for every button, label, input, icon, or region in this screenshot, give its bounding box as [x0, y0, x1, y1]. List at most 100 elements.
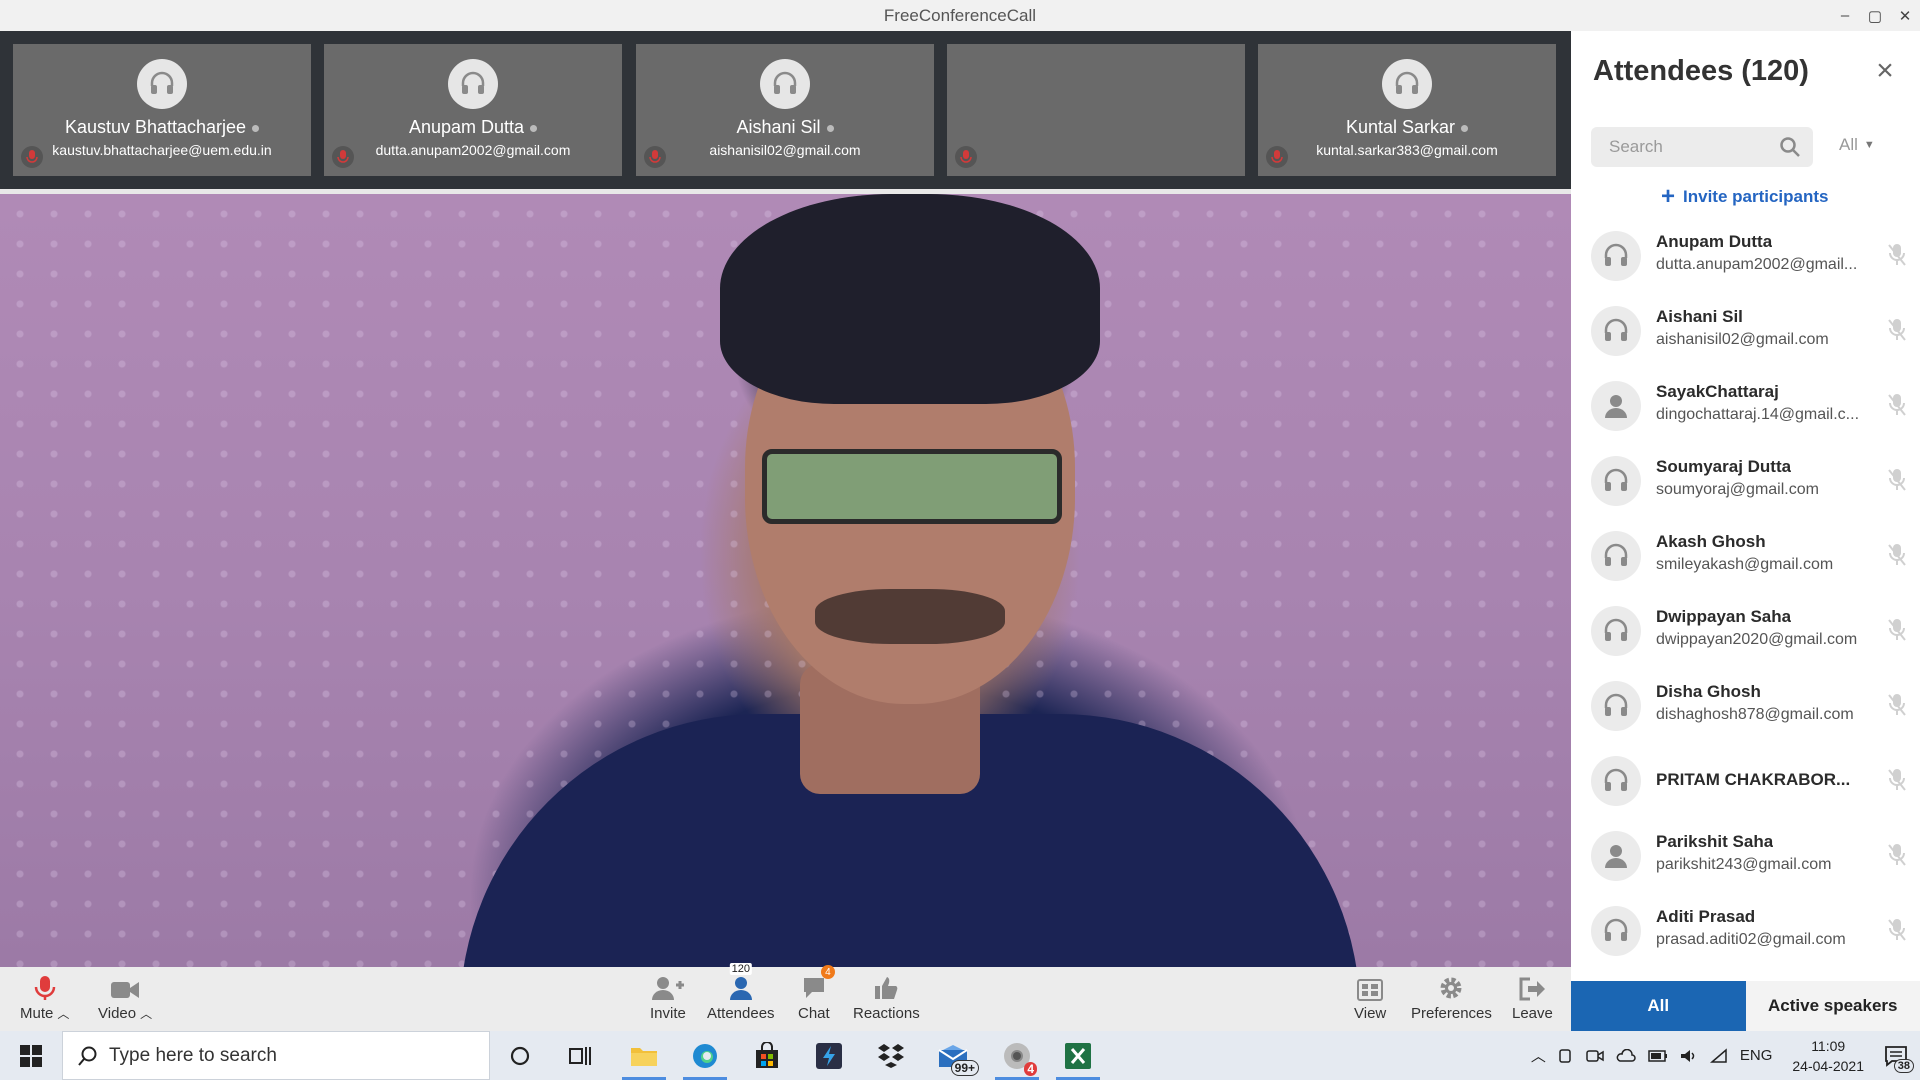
close-window-button[interactable]: ✕	[1890, 0, 1920, 31]
participant-tile-strip: Kaustuv Bhattacharjee kaustuv.bhattachar…	[0, 31, 1571, 189]
wifi-icon[interactable]	[1709, 1047, 1728, 1064]
chevron-up-icon[interactable]: ︿	[1531, 1045, 1546, 1066]
headset-icon	[137, 59, 187, 109]
onedrive-icon[interactable]	[1616, 1048, 1636, 1063]
participant-tile[interactable]: Kuntal Sarkar kuntal.sarkar383@gmail.com	[1258, 44, 1556, 176]
leave-button[interactable]: Leave	[1512, 971, 1553, 1027]
search-icon[interactable]	[1779, 136, 1801, 158]
person-icon	[1591, 381, 1641, 431]
edge-browser-icon[interactable]	[677, 1031, 733, 1080]
window-controls: – ▢ ✕	[1830, 0, 1920, 31]
taskbar-search[interactable]	[62, 1031, 490, 1080]
close-icon[interactable]: ×	[1872, 54, 1898, 87]
app-shortcut-icon[interactable]	[801, 1031, 857, 1080]
attendee-row[interactable]: Aishani Sil aishanisil02@gmail.com	[1571, 293, 1920, 368]
excel-icon[interactable]	[1050, 1031, 1106, 1080]
headset-icon	[1591, 906, 1641, 956]
attendee-search	[1591, 127, 1813, 167]
chevron-up-icon[interactable]: ︿	[57, 1007, 69, 1021]
attendee-row[interactable]: Anupam Dutta dutta.anupam2002@gmail...	[1571, 218, 1920, 293]
attendees-button[interactable]: 120 Attendees	[707, 963, 775, 1027]
participant-tile[interactable]: Aishani Sil aishanisil02@gmail.com	[636, 44, 934, 176]
muted-mic-icon[interactable]	[1888, 618, 1906, 647]
taskbar-search-input[interactable]	[109, 1044, 439, 1067]
video-button[interactable]: Video ︿	[98, 971, 152, 1027]
dropbox-icon[interactable]	[863, 1031, 919, 1080]
attendee-row[interactable]: Disha Ghosh dishaghosh878@gmail.com	[1571, 668, 1920, 743]
thumbs-up-icon	[873, 971, 899, 1001]
attendee-email: dutta.anupam2002@gmail...	[1656, 256, 1858, 273]
tab-all[interactable]: All	[1571, 981, 1746, 1031]
attendee-name: Aishani Sil	[1656, 307, 1743, 326]
invite-participants-link[interactable]: + Invite participants	[1661, 183, 1829, 211]
mute-button[interactable]: Mute ︿	[20, 971, 69, 1027]
attendee-row[interactable]: Akash Ghosh smileyakash@gmail.com	[1571, 518, 1920, 593]
participant-name: Kuntal Sarkar	[1258, 117, 1556, 138]
battery-icon[interactable]	[1648, 1049, 1668, 1062]
muted-mic-icon[interactable]	[1888, 693, 1906, 722]
participant-email: kuntal.sarkar383@gmail.com	[1316, 142, 1498, 158]
search-input[interactable]	[1591, 127, 1771, 167]
attendee-row[interactable]: PRITAM CHAKRABOR...	[1571, 743, 1920, 818]
attendee-row[interactable]: Parikshit Saha parikshit243@gmail.com	[1571, 818, 1920, 893]
muted-mic-icon[interactable]	[1888, 393, 1906, 422]
volume-icon[interactable]	[1680, 1048, 1698, 1064]
chrome-icon[interactable]: 4	[989, 1031, 1045, 1080]
muted-mic-icon[interactable]	[1888, 543, 1906, 572]
chevron-down-icon: ▼	[1863, 139, 1875, 151]
mail-icon[interactable]: 99+	[925, 1031, 981, 1080]
invite-label: Invite	[650, 1005, 686, 1022]
headset-icon	[1591, 231, 1641, 281]
chat-label: Chat	[798, 1005, 830, 1022]
tab-active-speakers[interactable]: Active speakers	[1745, 981, 1920, 1031]
speaker-beard	[815, 589, 1005, 644]
attendee-row[interactable]: SayakChattaraj dingochattaraj.14@gmail.c.…	[1571, 368, 1920, 443]
attendee-email: prasad.aditi02@gmail.com	[1656, 931, 1846, 948]
status-dot	[530, 124, 538, 132]
attendee-row[interactable]: Dwippayan Saha dwippayan2020@gmail.com	[1571, 593, 1920, 668]
attendee-email: dwippayan2020@gmail.com	[1656, 631, 1858, 648]
notification-center-icon[interactable]: 38	[1884, 1045, 1914, 1073]
meet-now-icon[interactable]	[1586, 1048, 1604, 1064]
title-bar: FreeConferenceCall – ▢ ✕	[0, 0, 1920, 31]
muted-mic-icon[interactable]	[1888, 243, 1906, 272]
minimize-button[interactable]: –	[1830, 0, 1860, 31]
participant-email: dutta.anupam2002@gmail.com	[375, 142, 571, 158]
invite-button[interactable]: Invite	[650, 971, 686, 1027]
muted-mic-icon[interactable]	[1888, 468, 1906, 497]
windows-start-button[interactable]	[0, 1031, 62, 1080]
cortana-icon[interactable]	[492, 1031, 548, 1080]
file-explorer-icon[interactable]	[616, 1031, 672, 1080]
muted-mic-icon	[332, 146, 354, 168]
language-indicator[interactable]: ENG	[1740, 1047, 1773, 1064]
muted-mic-icon[interactable]	[1888, 918, 1906, 947]
attendee-filter-dropdown[interactable]: All ▼	[1839, 135, 1875, 155]
maximize-button[interactable]: ▢	[1860, 0, 1890, 31]
participant-tile[interactable]	[947, 44, 1245, 176]
device-icon[interactable]	[1558, 1048, 1574, 1064]
participant-tile[interactable]: Kaustuv Bhattacharjee kaustuv.bhattachar…	[13, 44, 311, 176]
muted-mic-icon[interactable]	[1888, 768, 1906, 797]
muted-mic-icon[interactable]	[1888, 843, 1906, 872]
reactions-label: Reactions	[853, 1005, 920, 1022]
view-button[interactable]: View	[1354, 971, 1386, 1027]
store-icon[interactable]	[739, 1031, 795, 1080]
status-dot	[252, 124, 260, 132]
status-dot	[1461, 124, 1469, 132]
preferences-button[interactable]: Preferences	[1411, 971, 1492, 1027]
chat-button[interactable]: 4 Chat	[798, 965, 835, 1027]
participant-name: Kaustuv Bhattacharjee	[13, 117, 311, 138]
window-title: FreeConferenceCall	[883, 5, 1037, 25]
chrome-badge: 4	[1024, 1062, 1037, 1076]
task-view-icon[interactable]	[552, 1031, 608, 1080]
clock[interactable]: 11:09 24-04-2021	[1792, 1036, 1864, 1076]
participant-tile[interactable]: Anupam Dutta dutta.anupam2002@gmail.com	[324, 44, 622, 176]
headset-icon	[448, 59, 498, 109]
reactions-button[interactable]: Reactions	[853, 971, 920, 1027]
muted-mic-icon[interactable]	[1888, 318, 1906, 347]
headset-icon	[1591, 681, 1641, 731]
chevron-up-icon[interactable]: ︿	[140, 1007, 152, 1021]
participant-email: aishanisil02@gmail.com	[709, 142, 861, 158]
attendee-row[interactable]: Aditi Prasad prasad.aditi02@gmail.com	[1571, 893, 1920, 968]
attendee-row[interactable]: Soumyaraj Dutta soumyoraj@gmail.com	[1571, 443, 1920, 518]
